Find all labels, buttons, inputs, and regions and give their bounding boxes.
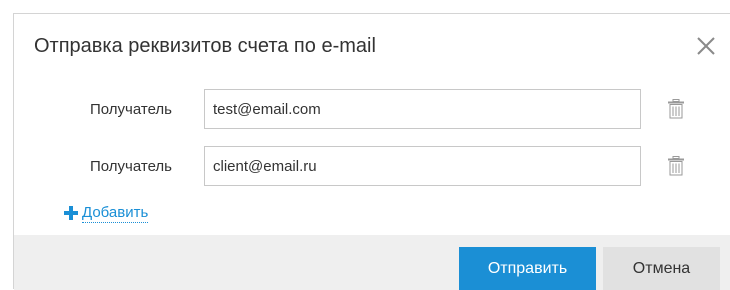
dialog-title: Отправка реквизитов счета по e-mail [34, 35, 376, 57]
send-button[interactable]: Отправить [459, 247, 596, 290]
recipient-label: Получатель [90, 158, 172, 175]
plus-icon [64, 206, 78, 220]
recipient-row: Получатель [14, 146, 730, 186]
delete-recipient-button[interactable] [668, 156, 684, 176]
close-button[interactable] [694, 34, 718, 58]
add-recipient-label: Добавить [82, 203, 149, 223]
delete-recipient-button[interactable] [668, 99, 684, 119]
email-dialog: Отправка реквизитов счета по e-mail Полу… [13, 13, 730, 290]
cancel-button[interactable]: Отмена [603, 247, 720, 290]
recipient-row: Получатель [14, 89, 730, 129]
trash-icon [668, 99, 684, 119]
recipient-label: Получатель [90, 101, 172, 118]
dialog-footer: Отправить Отмена [14, 235, 730, 290]
close-icon [697, 37, 715, 55]
recipient-email-input[interactable] [204, 89, 641, 129]
recipient-email-input[interactable] [204, 146, 641, 186]
trash-icon [668, 156, 684, 176]
add-recipient-link[interactable]: Добавить [64, 201, 149, 225]
